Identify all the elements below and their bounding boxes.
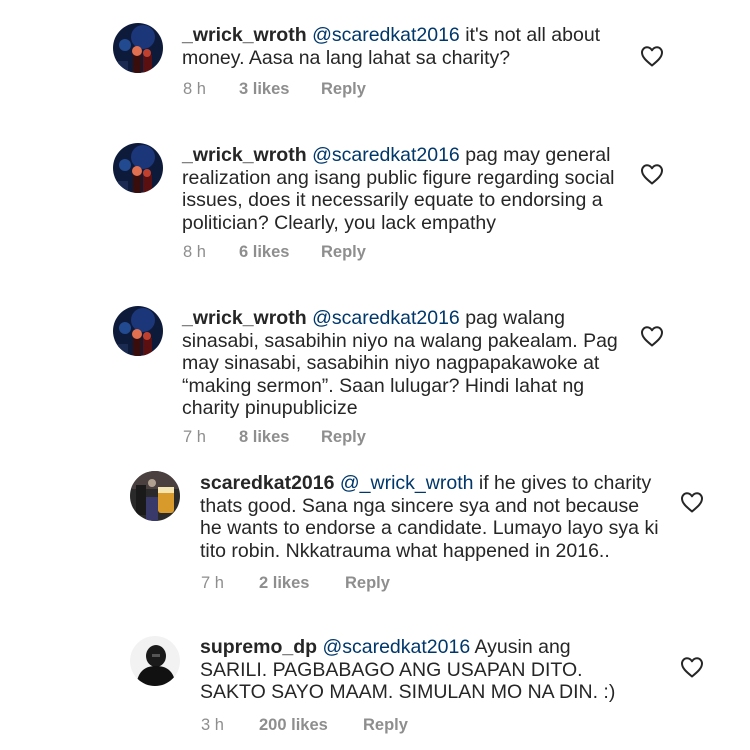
comment-likes[interactable]: 8 likes [239, 428, 321, 447]
comment-username[interactable]: _wrick_wroth [182, 307, 307, 329]
profile-photo-icon [113, 23, 163, 73]
comment-meta: 8 h 3 likes Reply [183, 80, 366, 99]
avatar[interactable] [113, 143, 163, 193]
reply-button[interactable]: Reply [321, 428, 366, 447]
heart-outline-icon[interactable] [640, 45, 664, 67]
comment-item: scaredkat2016 @_wrick_wroth if he gives … [0, 448, 750, 603]
comment-time: 8 h [183, 243, 206, 261]
avatar[interactable] [130, 636, 180, 686]
comment-meta: 7 h 8 likes Reply [183, 428, 366, 447]
profile-photo-icon [130, 471, 180, 521]
comment-time: 7 h [201, 574, 224, 592]
comment-username[interactable]: scaredkat2016 [200, 472, 334, 494]
comment-mention[interactable]: @scaredkat2016 [312, 144, 460, 166]
comment-item: _wrick_wroth @scaredkat2016 it's not all… [0, 0, 750, 110]
comment-likes[interactable]: 2 likes [259, 574, 345, 593]
reply-button[interactable]: Reply [345, 574, 390, 593]
heart-outline-icon[interactable] [640, 325, 664, 347]
comment-mention[interactable]: @scaredkat2016 [312, 24, 460, 46]
comment-likes[interactable]: 3 likes [239, 80, 321, 99]
comment-username[interactable]: _wrick_wroth [182, 144, 307, 166]
comment-username[interactable]: supremo_dp [200, 636, 317, 658]
comment-text: _wrick_wroth @scaredkat2016 pag walang s… [182, 307, 627, 420]
profile-photo-icon [130, 636, 180, 686]
comment-item: _wrick_wroth @scaredkat2016 pag walang s… [0, 283, 750, 453]
comment-time: 7 h [183, 428, 206, 446]
comment-username[interactable]: _wrick_wroth [182, 24, 307, 46]
comment-text: _wrick_wroth @scaredkat2016 pag may gene… [182, 144, 622, 234]
comment-text: scaredkat2016 @_wrick_wroth if he gives … [200, 472, 660, 562]
comment-meta: 3 h 200 likes Reply [201, 716, 408, 735]
reply-button[interactable]: Reply [363, 716, 408, 735]
comment-time: 8 h [183, 80, 206, 98]
comment-likes[interactable]: 6 likes [239, 243, 321, 262]
comment-text: _wrick_wroth @scaredkat2016 it's not all… [182, 24, 602, 69]
heart-outline-icon[interactable] [640, 163, 664, 185]
comment-meta: 7 h 2 likes Reply [201, 574, 390, 593]
comment-text: supremo_dp @scaredkat2016 Ayusin ang SAR… [200, 636, 640, 704]
avatar[interactable] [130, 471, 180, 521]
comment-mention[interactable]: @_wrick_wroth [340, 472, 474, 494]
comment-mention[interactable]: @scaredkat2016 [322, 636, 470, 658]
comment-time: 3 h [201, 716, 224, 734]
avatar[interactable] [113, 23, 163, 73]
comment-mention[interactable]: @scaredkat2016 [312, 307, 460, 329]
comment-item: supremo_dp @scaredkat2016 Ayusin ang SAR… [0, 612, 750, 750]
heart-outline-icon[interactable] [680, 656, 704, 678]
comment-likes[interactable]: 200 likes [259, 716, 363, 735]
reply-button[interactable]: Reply [321, 243, 366, 262]
profile-photo-icon [113, 143, 163, 193]
avatar[interactable] [113, 306, 163, 356]
comment-item: _wrick_wroth @scaredkat2016 pag may gene… [0, 120, 750, 275]
profile-photo-icon [113, 306, 163, 356]
reply-button[interactable]: Reply [321, 80, 366, 99]
comment-meta: 8 h 6 likes Reply [183, 243, 366, 262]
heart-outline-icon[interactable] [680, 491, 704, 513]
